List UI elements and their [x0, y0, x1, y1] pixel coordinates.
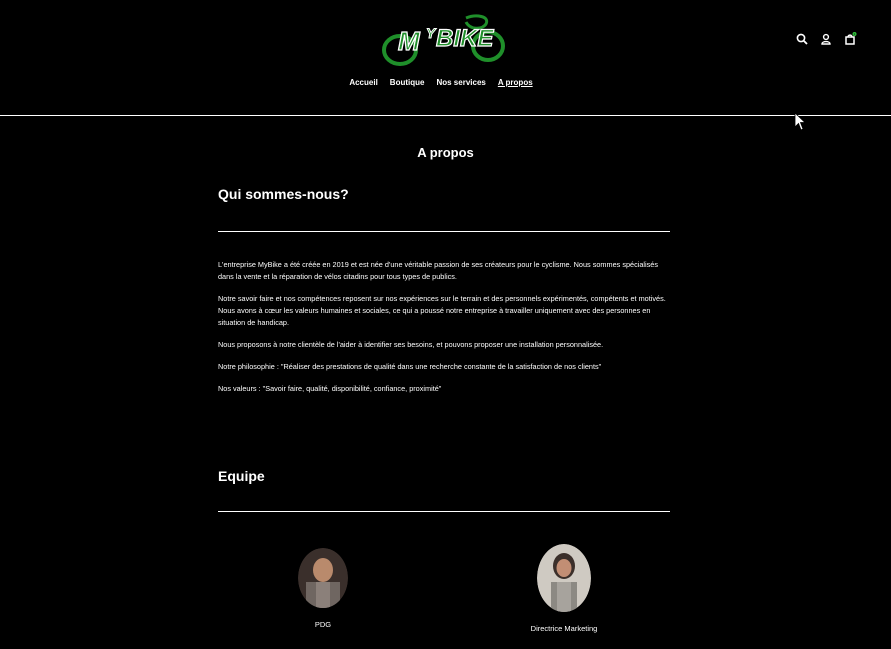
nav-boutique[interactable]: Boutique	[390, 78, 425, 87]
site-header: M Y BIKE Accueil Boutique Nos services A…	[0, 0, 891, 116]
mouse-cursor-icon	[794, 112, 806, 131]
member-role: Directrice Marketing	[530, 624, 598, 633]
about-paragraph: Notre savoir faire et nos compétences re…	[218, 294, 666, 327]
member-role: PDG	[314, 620, 332, 629]
page-title: A propos	[417, 145, 474, 160]
team-heading: Equipe	[218, 468, 265, 484]
nav-a-propos[interactable]: A propos	[498, 78, 533, 87]
about-paragraph: Nous proposons à notre clientèle de l'ai…	[218, 340, 604, 349]
about-heading: Qui sommes-nous?	[218, 186, 349, 202]
about-paragraph: Notre philosophie : "Réaliser des presta…	[218, 362, 602, 371]
main-nav: Accueil Boutique Nos services A propos	[0, 78, 891, 87]
header-divider	[0, 115, 891, 116]
team-member: PDG	[233, 548, 413, 629]
about-paragraph: L'entreprise MyBike a été créée en 2019 …	[218, 260, 659, 281]
avatar	[298, 548, 348, 608]
about-content: L'entreprise MyBike a été créée en 2019 …	[218, 259, 670, 405]
team-divider	[218, 511, 670, 512]
about-divider	[218, 231, 670, 232]
avatar	[537, 544, 591, 612]
cart-icon[interactable]: 1	[843, 32, 857, 46]
search-icon[interactable]	[795, 32, 809, 46]
svg-text:M: M	[398, 26, 421, 56]
header-icons: 1	[795, 32, 857, 48]
account-icon[interactable]	[819, 32, 833, 46]
mybike-logo[interactable]: M Y BIKE	[380, 12, 508, 68]
team-member: Directrice Marketing	[474, 544, 654, 633]
nav-nos-services[interactable]: Nos services	[436, 78, 485, 87]
nav-accueil[interactable]: Accueil	[349, 78, 377, 87]
about-paragraph: Nos valeurs : "Savoir faire, qualité, di…	[218, 384, 442, 393]
svg-text:BIKE: BIKE	[436, 25, 494, 52]
